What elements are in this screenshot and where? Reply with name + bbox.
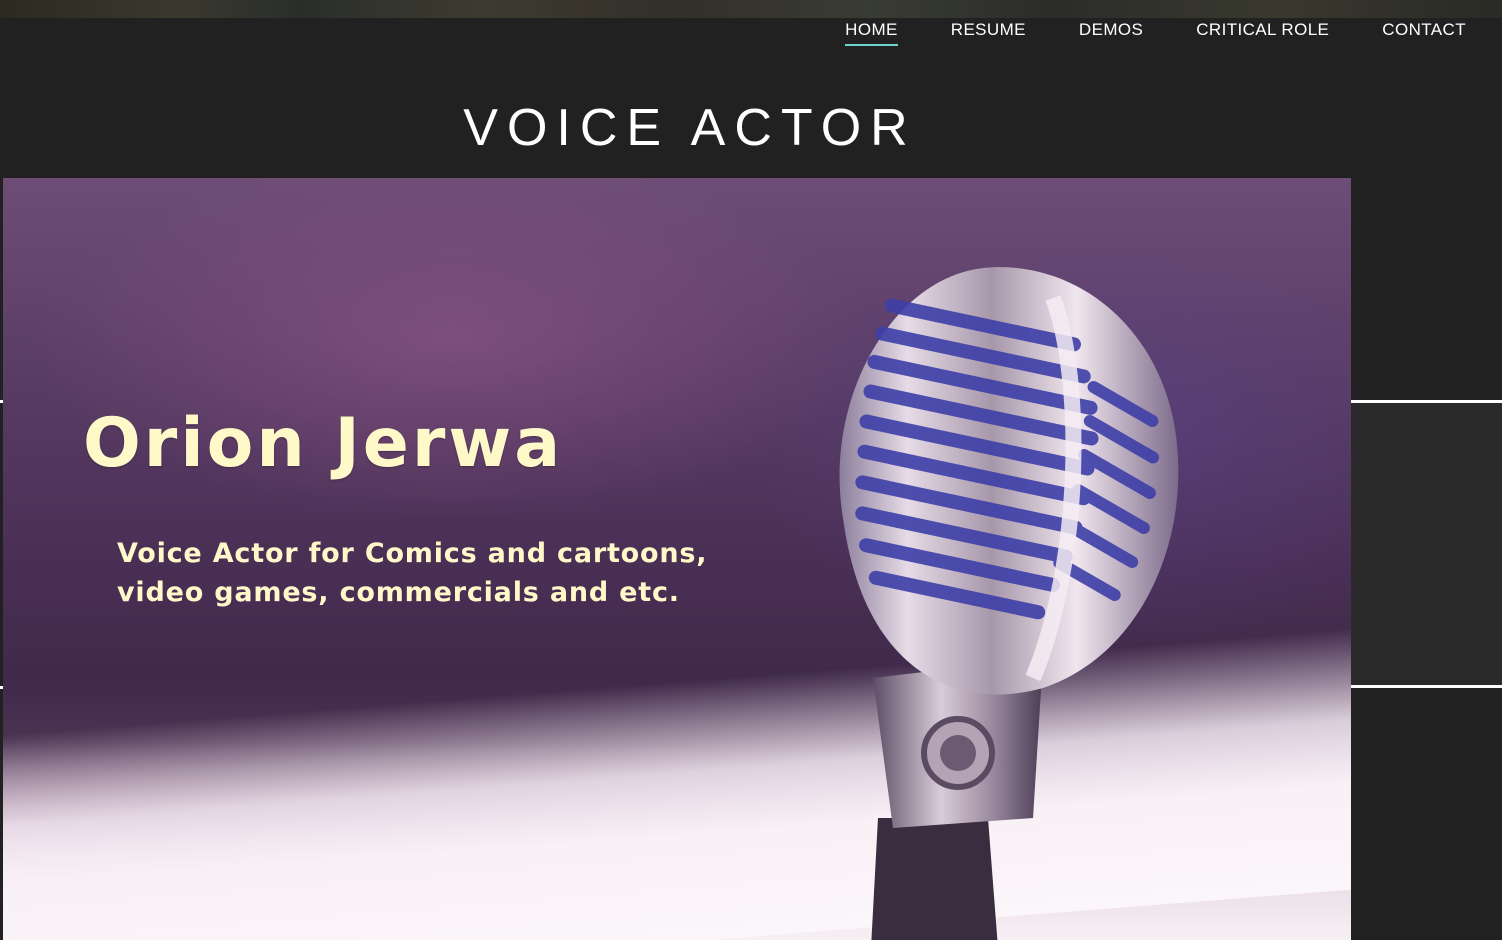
- hero-tagline-line-2: video games, commercials and etc.: [117, 577, 680, 608]
- main-nav: HOME RESUME DEMOS CRITICAL ROLE CONTACT: [845, 20, 1466, 46]
- header-image-strip: [0, 0, 1502, 18]
- hero-tagline: Voice Actor for Comics and cartoons, vid…: [117, 534, 757, 612]
- hero-tagline-line-1: Voice Actor for Comics and cartoons,: [117, 538, 708, 569]
- hero-banner: Orion Jerwa Voice Actor for Comics and c…: [3, 178, 1351, 940]
- page: HOME RESUME DEMOS CRITICAL ROLE CONTACT …: [0, 0, 1502, 940]
- vintage-microphone-icon: [839, 267, 1179, 940]
- nav-contact[interactable]: CONTACT: [1382, 20, 1466, 46]
- side-panel: [1351, 400, 1502, 688]
- nav-resume[interactable]: RESUME: [951, 20, 1026, 46]
- nav-demos[interactable]: DEMOS: [1079, 20, 1143, 46]
- hero-name: Orion Jerwa: [83, 404, 564, 483]
- nav-home[interactable]: HOME: [845, 20, 898, 46]
- nav-critical-role[interactable]: CRITICAL ROLE: [1196, 20, 1329, 46]
- page-title: VOICE ACTOR: [463, 99, 917, 157]
